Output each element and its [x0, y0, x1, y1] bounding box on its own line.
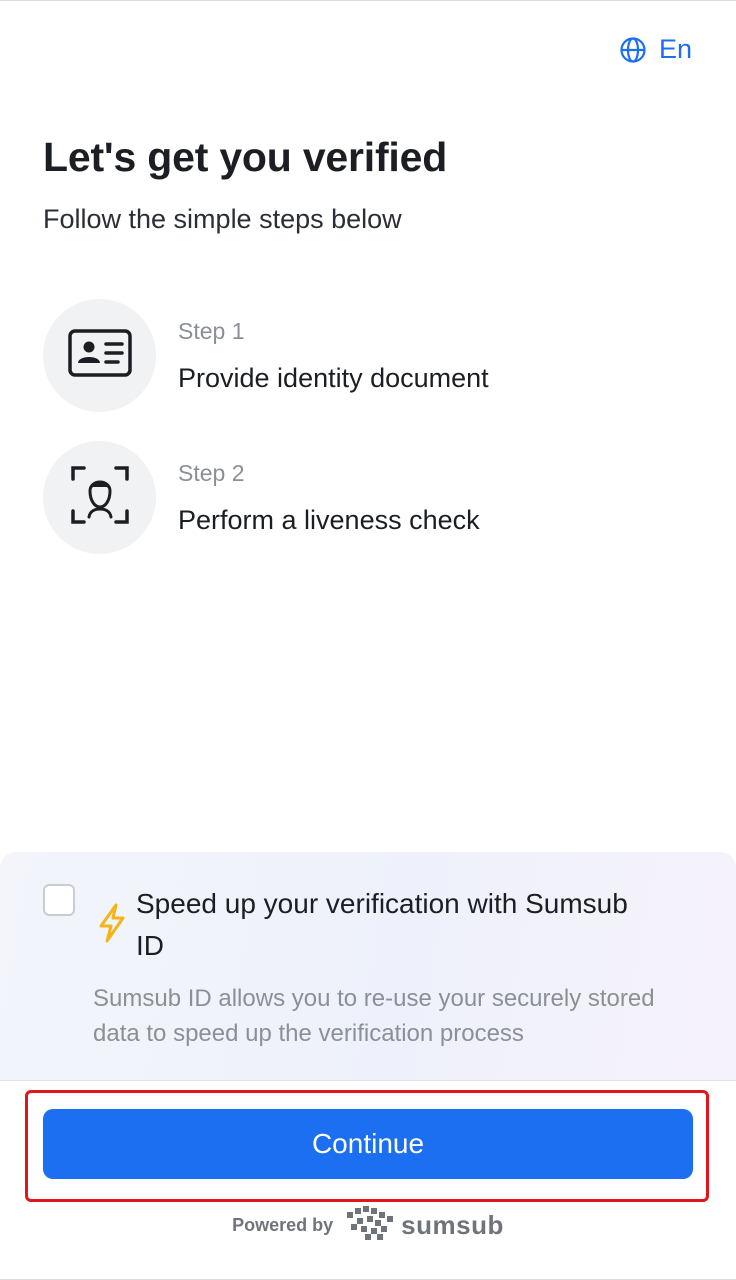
step-2-label: Perform a liveness check — [178, 504, 480, 535]
page-title: Let's get you verified — [43, 134, 448, 180]
promo-title: Speed up your verification with Sumsub I… — [136, 888, 628, 961]
top-border — [0, 0, 736, 1]
step-1-icon-circle — [43, 299, 156, 412]
sumsub-logo-icon — [347, 1206, 394, 1245]
face-scan-icon — [70, 465, 130, 530]
footer-divider — [0, 1080, 736, 1081]
step-2-number: Step 2 — [178, 459, 245, 486]
step-1-text: Step 1 Provide identity document — [178, 318, 489, 394]
step-2: Step 2 Perform a liveness check — [43, 441, 480, 554]
step-1-number: Step 1 — [178, 317, 245, 344]
language-label: En — [658, 34, 692, 64]
id-card-icon — [67, 329, 132, 382]
step-1: Step 1 Provide identity document — [43, 299, 489, 412]
sumsub-brand-name: sumsub — [401, 1210, 504, 1240]
sumsub-brand[interactable]: sumsub — [347, 1206, 504, 1245]
sumsub-id-checkbox[interactable] — [43, 884, 75, 916]
lightning-icon — [97, 903, 127, 948]
powered-by-footer: Powered by sumsub — [0, 1206, 736, 1245]
verification-screen: En Let's get you verified Follow the sim… — [0, 0, 736, 1280]
step-2-text: Step 2 Perform a liveness check — [178, 460, 480, 536]
step-1-label: Provide identity document — [178, 362, 489, 393]
powered-by-label: Powered by — [232, 1215, 334, 1235]
promo-description: Sumsub ID allows you to re-use your secu… — [93, 985, 655, 1047]
continue-button[interactable]: Continue — [43, 1109, 693, 1179]
globe-icon — [619, 36, 647, 64]
language-selector[interactable]: En — [619, 34, 692, 65]
step-2-icon-circle — [43, 441, 156, 554]
page-subtitle: Follow the simple steps below — [43, 204, 402, 234]
